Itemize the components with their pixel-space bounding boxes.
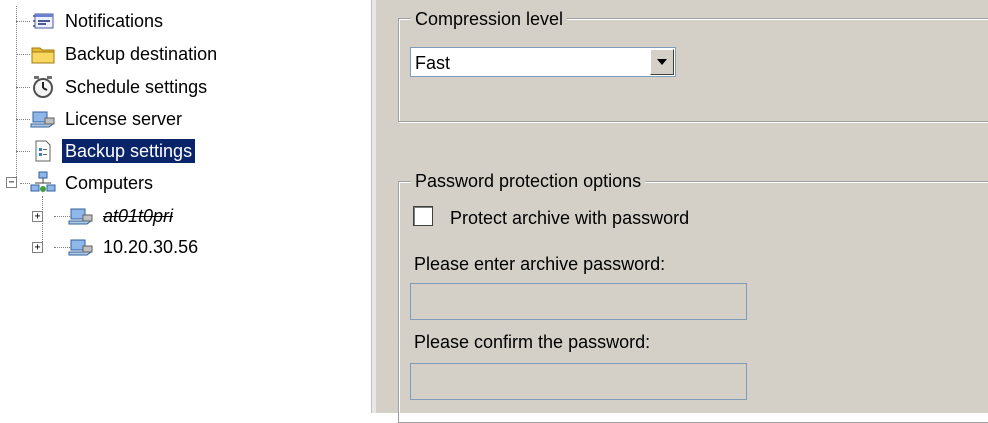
clock-icon <box>30 74 56 100</box>
tree-item-label: Backup settings <box>62 139 196 163</box>
compression-level-select[interactable]: Fast <box>410 47 676 77</box>
computer-icon <box>68 203 94 229</box>
dropdown-arrow-icon[interactable] <box>650 49 674 75</box>
confirm-password-label: Please confirm the password: <box>414 332 651 352</box>
tree-item-backup-settings[interactable]: Backup settings <box>30 136 196 166</box>
tree-line <box>16 87 30 88</box>
computers-collapse-toggle[interactable]: − <box>6 177 17 188</box>
tree-item-computer[interactable]: at01t0pri <box>68 201 176 231</box>
settings-document-icon <box>30 138 56 164</box>
tree-item-backup-destination[interactable]: Backup destination <box>30 39 220 69</box>
notifications-icon <box>30 8 56 34</box>
computer-icon <box>30 106 56 132</box>
tree-item-label: License server <box>65 109 183 129</box>
tree-item-label: 10.20.30.56 <box>103 237 199 257</box>
tree-line <box>16 6 17 181</box>
tree-line <box>16 54 30 55</box>
tree-line <box>16 119 30 120</box>
navigation-tree: Notifications Backup destination Schedul… <box>0 0 371 413</box>
tree-item-computers[interactable]: Computers <box>30 168 156 198</box>
folder-icon <box>30 41 56 67</box>
expand-toggle[interactable]: + <box>32 211 43 222</box>
compression-level-value: Fast <box>415 53 451 73</box>
protect-archive-label[interactable]: Protect archive with password <box>450 207 689 229</box>
tree-item-label: Schedule settings <box>65 77 208 97</box>
tree-line <box>20 183 30 184</box>
tree-item-schedule-settings[interactable]: Schedule settings <box>30 72 210 102</box>
tree-line <box>16 151 30 152</box>
tree-item-label: at01t0pri <box>103 206 174 226</box>
network-icon <box>30 170 56 196</box>
tree-line <box>16 21 30 22</box>
tree-item-license-server[interactable]: License server <box>30 104 185 134</box>
tree-item-label: Backup destination <box>65 44 218 64</box>
tree-item-label: Notifications <box>65 11 164 31</box>
computer-icon <box>68 234 94 260</box>
tree-item-computer[interactable]: 10.20.30.56 <box>68 232 201 262</box>
compression-legend: Compression level <box>411 8 568 30</box>
tree-item-label: Computers <box>65 173 154 193</box>
protect-archive-checkbox[interactable] <box>413 206 433 226</box>
tree-item-notifications[interactable]: Notifications <box>30 6 166 36</box>
expand-toggle[interactable]: + <box>32 242 43 253</box>
enter-password-label: Please enter archive password: <box>414 254 666 274</box>
password-legend: Password protection options <box>411 170 646 192</box>
archive-password-field[interactable] <box>410 283 747 320</box>
confirm-password-field[interactable] <box>410 363 747 400</box>
